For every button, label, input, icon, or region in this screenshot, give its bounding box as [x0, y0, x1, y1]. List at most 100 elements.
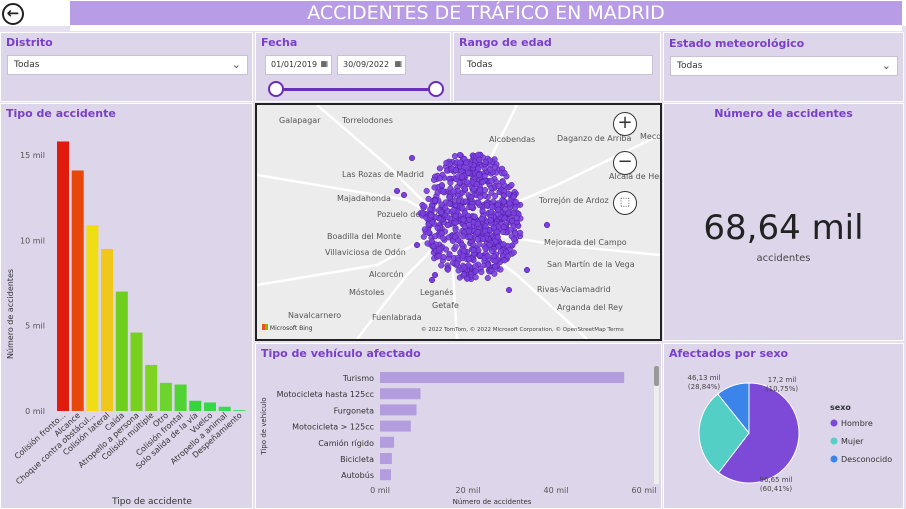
accident-point [444, 222, 451, 229]
fecha-start-value: 01/01/2019 [271, 60, 318, 69]
map-place-label: Meco [640, 132, 660, 141]
accident-point [505, 286, 513, 294]
accident-point [475, 151, 482, 158]
accident-point [502, 206, 509, 213]
date-slider-handle-start[interactable] [268, 81, 284, 97]
accident-point [492, 263, 499, 270]
accident-point [444, 266, 451, 273]
kpi-unit: accidentes [756, 253, 811, 264]
scrollbar-thumb[interactable] [654, 366, 659, 386]
accident-point [432, 233, 439, 240]
filter-fecha: Fecha 01/01/2019 ▦ 30/09/2022 ▦ [255, 32, 451, 102]
accident-point [423, 187, 430, 194]
fecha-start-input[interactable]: 01/01/2019 ▦ [265, 55, 332, 75]
accident-point [435, 252, 442, 260]
accident-point [465, 222, 472, 229]
bar [380, 436, 395, 448]
back-button[interactable]: ← [2, 3, 24, 25]
accident-point [510, 193, 517, 201]
bar [380, 388, 421, 400]
accident-point [413, 241, 421, 249]
kpi-title: Número de accidentes [714, 107, 853, 120]
accident-point [482, 228, 489, 235]
calendar-icon: ▦ [394, 59, 402, 68]
accident-point [478, 215, 485, 222]
accident-point [501, 215, 508, 222]
accident-point [446, 251, 453, 258]
filter-meteo-label: Estado meteorológico [669, 37, 805, 50]
accident-point [400, 191, 408, 199]
map-place-label: Torrelodones [341, 116, 393, 125]
map-place-label: Alcorcón [369, 269, 403, 279]
accident-point [421, 203, 428, 210]
accident-point [431, 184, 438, 191]
filter-meteo: Estado meteorológico Todas ⌄ [663, 32, 904, 102]
bar [71, 170, 84, 411]
accident-point [476, 156, 483, 163]
map-place-label: Alcobendas [489, 135, 535, 144]
lasso-select-button[interactable]: ⬚ [613, 191, 637, 215]
meteo-dropdown[interactable]: Todas ⌄ [670, 56, 898, 76]
fecha-end-input[interactable]: 30/09/2022 ▦ [337, 55, 406, 75]
accident-point [472, 263, 479, 270]
accident-point [421, 226, 428, 233]
slice-value-label: 46,13 mil [688, 374, 721, 382]
accident-point [460, 216, 467, 223]
zoom-out-button[interactable]: − [613, 151, 637, 175]
accident-point [462, 198, 470, 205]
bar [218, 406, 231, 411]
accident-point [492, 192, 499, 200]
accident-point [500, 241, 507, 248]
accident-point [458, 173, 466, 180]
zoom-in-button[interactable]: + [613, 112, 637, 136]
slice-percent-label: (28,84%) [688, 383, 720, 391]
accident-type-panel: Tipo de accidente 0 mil 5 mil 10 mil 15 mil… [0, 103, 253, 509]
accident-point [479, 179, 486, 186]
legend-marker [830, 419, 838, 427]
accident-point [393, 187, 401, 195]
bing-label: Microsoft Bing [269, 325, 313, 332]
date-slider-handle-end[interactable] [428, 81, 444, 97]
accident-point [446, 200, 453, 207]
accident-point [472, 274, 479, 281]
page-title: ACCIDENTES DE TRÁFICO EN MADRID [307, 2, 665, 24]
accident-point [477, 193, 484, 201]
map-place-label: Rivas-Vaciamadrid [537, 285, 611, 294]
accident-point [447, 179, 454, 186]
accident-point [476, 171, 483, 179]
fecha-end-value: 30/09/2022 [343, 60, 390, 69]
y-tick-label: Autobús [341, 471, 374, 480]
chevron-down-icon: ⌄ [881, 59, 891, 72]
slice-percent-label: (60,41%) [760, 485, 792, 493]
edad-dropdown[interactable]: Todas [460, 55, 653, 75]
y-tick-label: 10 mil [20, 236, 45, 245]
filter-fecha-label: Fecha [261, 36, 298, 49]
y-axis-label: Número de accidentes [6, 269, 15, 359]
map-place-label: Mejorada del Campo [544, 238, 627, 247]
accident-point [543, 221, 551, 229]
y-tick-label: Motocicleta > 125cc [292, 423, 374, 432]
accident-point [495, 206, 502, 213]
accident-map[interactable]: Galapagar TorrelodonesAlcobendas Daganzo d… [257, 105, 660, 339]
map-place-label: Alcalá de Henares [609, 172, 660, 181]
y-axis-label: Tipo de vehículo [260, 397, 268, 455]
legend-label: Desconocido [841, 455, 892, 464]
date-slider-track[interactable] [273, 88, 438, 91]
distrito-dropdown[interactable]: Todas ⌄ [7, 55, 248, 75]
accident-point [464, 179, 471, 186]
accident-point [438, 182, 445, 189]
accident-point [501, 169, 508, 176]
calendar-icon: ▦ [320, 59, 328, 68]
accident-point [500, 228, 507, 236]
accident-point [479, 207, 486, 214]
accident-point [443, 159, 450, 166]
plus-icon: + [617, 112, 633, 133]
accident-point [497, 266, 504, 273]
legend-label: Hombre [841, 419, 873, 428]
bar [380, 453, 392, 464]
vehicle-type-panel: Tipo de vehículo afectado Tipo de vehícu… [255, 343, 662, 509]
windows-icon [262, 324, 268, 330]
filter-distrito-label: Distrito [6, 36, 53, 49]
filter-distrito: Distrito Todas ⌄ [0, 32, 253, 102]
bar [130, 332, 143, 411]
